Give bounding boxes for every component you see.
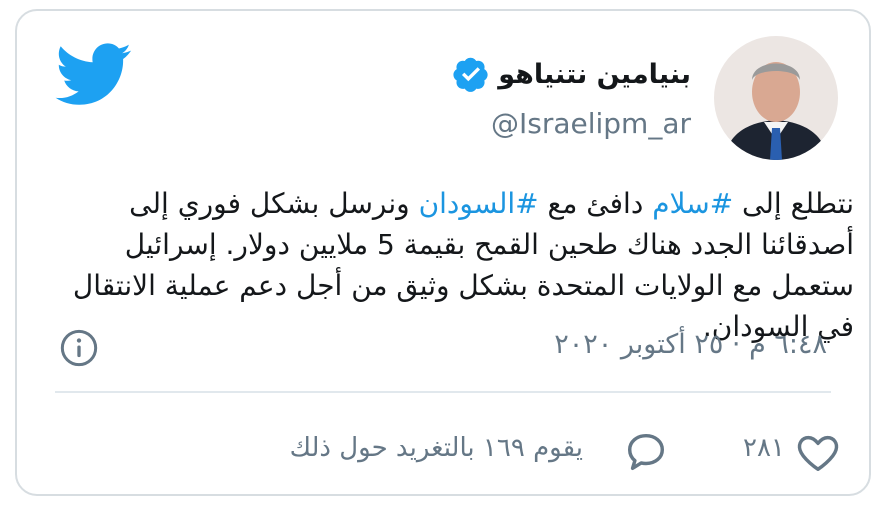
avatar[interactable] [714, 36, 838, 160]
divider [55, 391, 831, 393]
heart-icon[interactable] [795, 429, 841, 475]
conversation-label[interactable]: يقوم ١٦٩ بالتغريد حول ذلك [290, 433, 583, 463]
twitter-bird-icon [55, 43, 132, 105]
speech-bubble-icon[interactable] [623, 429, 669, 475]
tweet-timestamp[interactable]: ٦:٤٨ م · ٢٥ أكتوبر ٢٠٢٠ [554, 329, 827, 360]
hashtag-peace[interactable]: #سلام [652, 187, 733, 220]
author-name-row[interactable]: بنيامين نتنياهو [452, 55, 691, 93]
display-name[interactable]: بنيامين نتنياهو [498, 59, 691, 90]
like-count: ٢٨١ [743, 433, 785, 463]
profile-photo-icon [714, 36, 838, 160]
verified-badge-icon [453, 57, 488, 92]
hashtag-sudan[interactable]: #السودان [419, 187, 539, 220]
tweet-text: نتطلع إلى #سلام دافئ مع #السودان ونرسل ب… [69, 183, 854, 347]
info-icon[interactable] [59, 328, 99, 368]
tweet-text-part: دافئ مع [538, 187, 653, 220]
tweet-text-part: نتطلع إلى [733, 187, 854, 220]
user-handle[interactable]: @Israelipm_ar [491, 107, 691, 140]
tweet-card: بنيامين نتنياهو @Israelipm_ar نتطلع إلى … [15, 9, 871, 496]
